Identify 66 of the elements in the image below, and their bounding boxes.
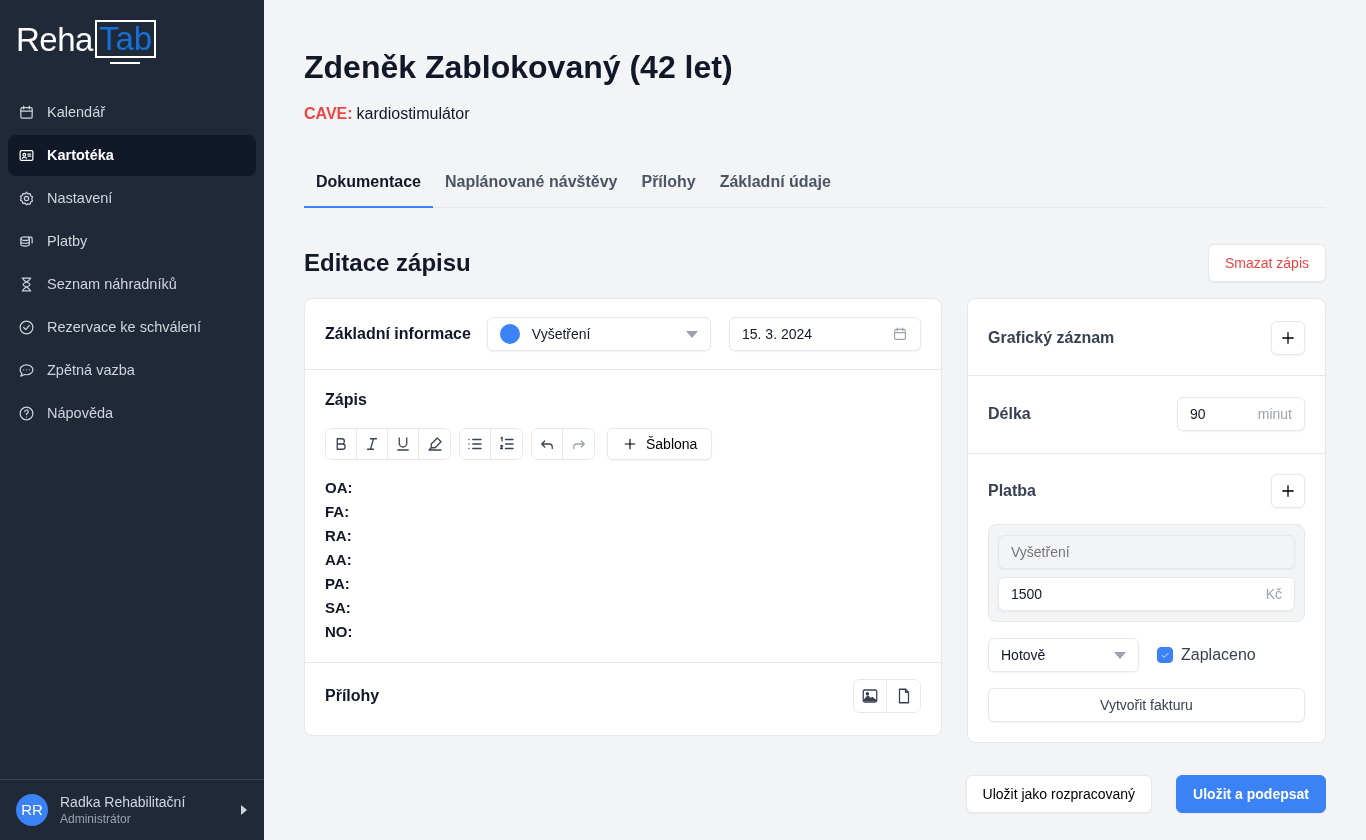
paid-checkbox[interactable]: Zaplaceno — [1157, 643, 1256, 668]
section-label: Platba — [988, 481, 1036, 502]
tab[interactable]: Přílohy — [629, 170, 708, 209]
calendar-icon — [892, 326, 908, 343]
add-button[interactable] — [1271, 474, 1305, 509]
tab[interactable]: Naplánované návštěvy — [432, 170, 630, 209]
section-label: Základní informace — [325, 324, 471, 345]
unit-label: minut — [1257, 404, 1292, 424]
tab[interactable]: Základní údaje — [707, 170, 843, 209]
tab[interactable]: Dokumentace — [304, 170, 433, 209]
avatar: RR — [16, 794, 48, 826]
bold-button[interactable] — [326, 429, 357, 460]
section-title: Editace zápisu — [304, 249, 471, 278]
undo-button[interactable] — [532, 429, 563, 460]
cave-label: CAVE: — [304, 104, 353, 125]
caret-icon — [1114, 651, 1126, 659]
add-button[interactable] — [1271, 321, 1305, 356]
sidebar-item[interactable]: Kartotéka — [8, 135, 256, 176]
section-label: Přílohy — [325, 686, 380, 707]
user-name: Radka Rehabilitační — [60, 793, 187, 811]
image-upload-button[interactable] — [854, 680, 887, 713]
visit-type-select[interactable]: Vyšetření — [486, 317, 711, 352]
help-icon — [18, 405, 35, 422]
check-circle-icon — [18, 319, 35, 336]
calendar-icon — [18, 104, 35, 121]
note-line: PA: — [325, 574, 351, 595]
logo-text: Reha — [16, 20, 93, 60]
currency-label: Kč — [1265, 584, 1282, 604]
sidebar-item[interactable]: Rezervace ke schválení — [8, 307, 256, 348]
patient-name: Zdeněk Zablokovaný (42 let) — [304, 48, 734, 87]
section-label: Zápis — [325, 390, 368, 411]
underline-icon — [394, 435, 412, 454]
note-line: FA: — [325, 502, 351, 523]
cave-text: kardiostimulátor — [356, 104, 470, 125]
delete-button[interactable]: Smazat zápis — [1207, 244, 1326, 283]
sidebar-item[interactable]: Kalendář — [8, 92, 256, 133]
sidebar-item[interactable]: Seznam náhradníků — [8, 264, 256, 305]
note-line: NO: — [325, 622, 354, 643]
note-line: AA: — [325, 550, 353, 571]
caret-right-icon — [240, 805, 248, 815]
section-label: Grafický záznam — [988, 328, 1115, 349]
invoice-button[interactable]: Vytvořit fakturu — [988, 688, 1305, 723]
save-draft-button[interactable]: Uložit jako rozpracovaný — [965, 775, 1153, 814]
bullet-list-button[interactable] — [460, 429, 491, 460]
duration-field[interactable]: 90 minut — [1177, 397, 1305, 432]
note-line: OA: — [325, 478, 354, 499]
save-sign-button[interactable]: Uložit a podepsat — [1176, 775, 1326, 814]
sidebar-item[interactable]: Nastavení — [8, 178, 256, 219]
note-line: SA: — [325, 598, 352, 619]
amount-field[interactable]: 1500 Kč — [998, 577, 1295, 612]
sidebar-item[interactable]: Zpětná vazba — [8, 350, 256, 391]
id-card-icon — [18, 147, 35, 164]
image-icon — [861, 687, 879, 706]
user-role: Administrátor — [60, 811, 132, 827]
payment-method-select[interactable]: Hotově — [988, 638, 1139, 673]
chat-icon — [18, 362, 35, 379]
sidebar-item[interactable]: Nápověda — [8, 393, 256, 434]
note-line: RA: — [325, 526, 353, 547]
logo-screen-text: Tab — [94, 20, 157, 58]
settings-icon — [18, 190, 35, 207]
coins-icon — [18, 233, 35, 250]
date-field[interactable]: 15. 3. 2024 — [729, 317, 921, 352]
caret-icon — [685, 330, 698, 338]
sidebar-item[interactable]: Platby — [8, 221, 256, 262]
template-button[interactable]: Šablona — [607, 428, 713, 461]
section-label: Délka — [988, 404, 1031, 425]
